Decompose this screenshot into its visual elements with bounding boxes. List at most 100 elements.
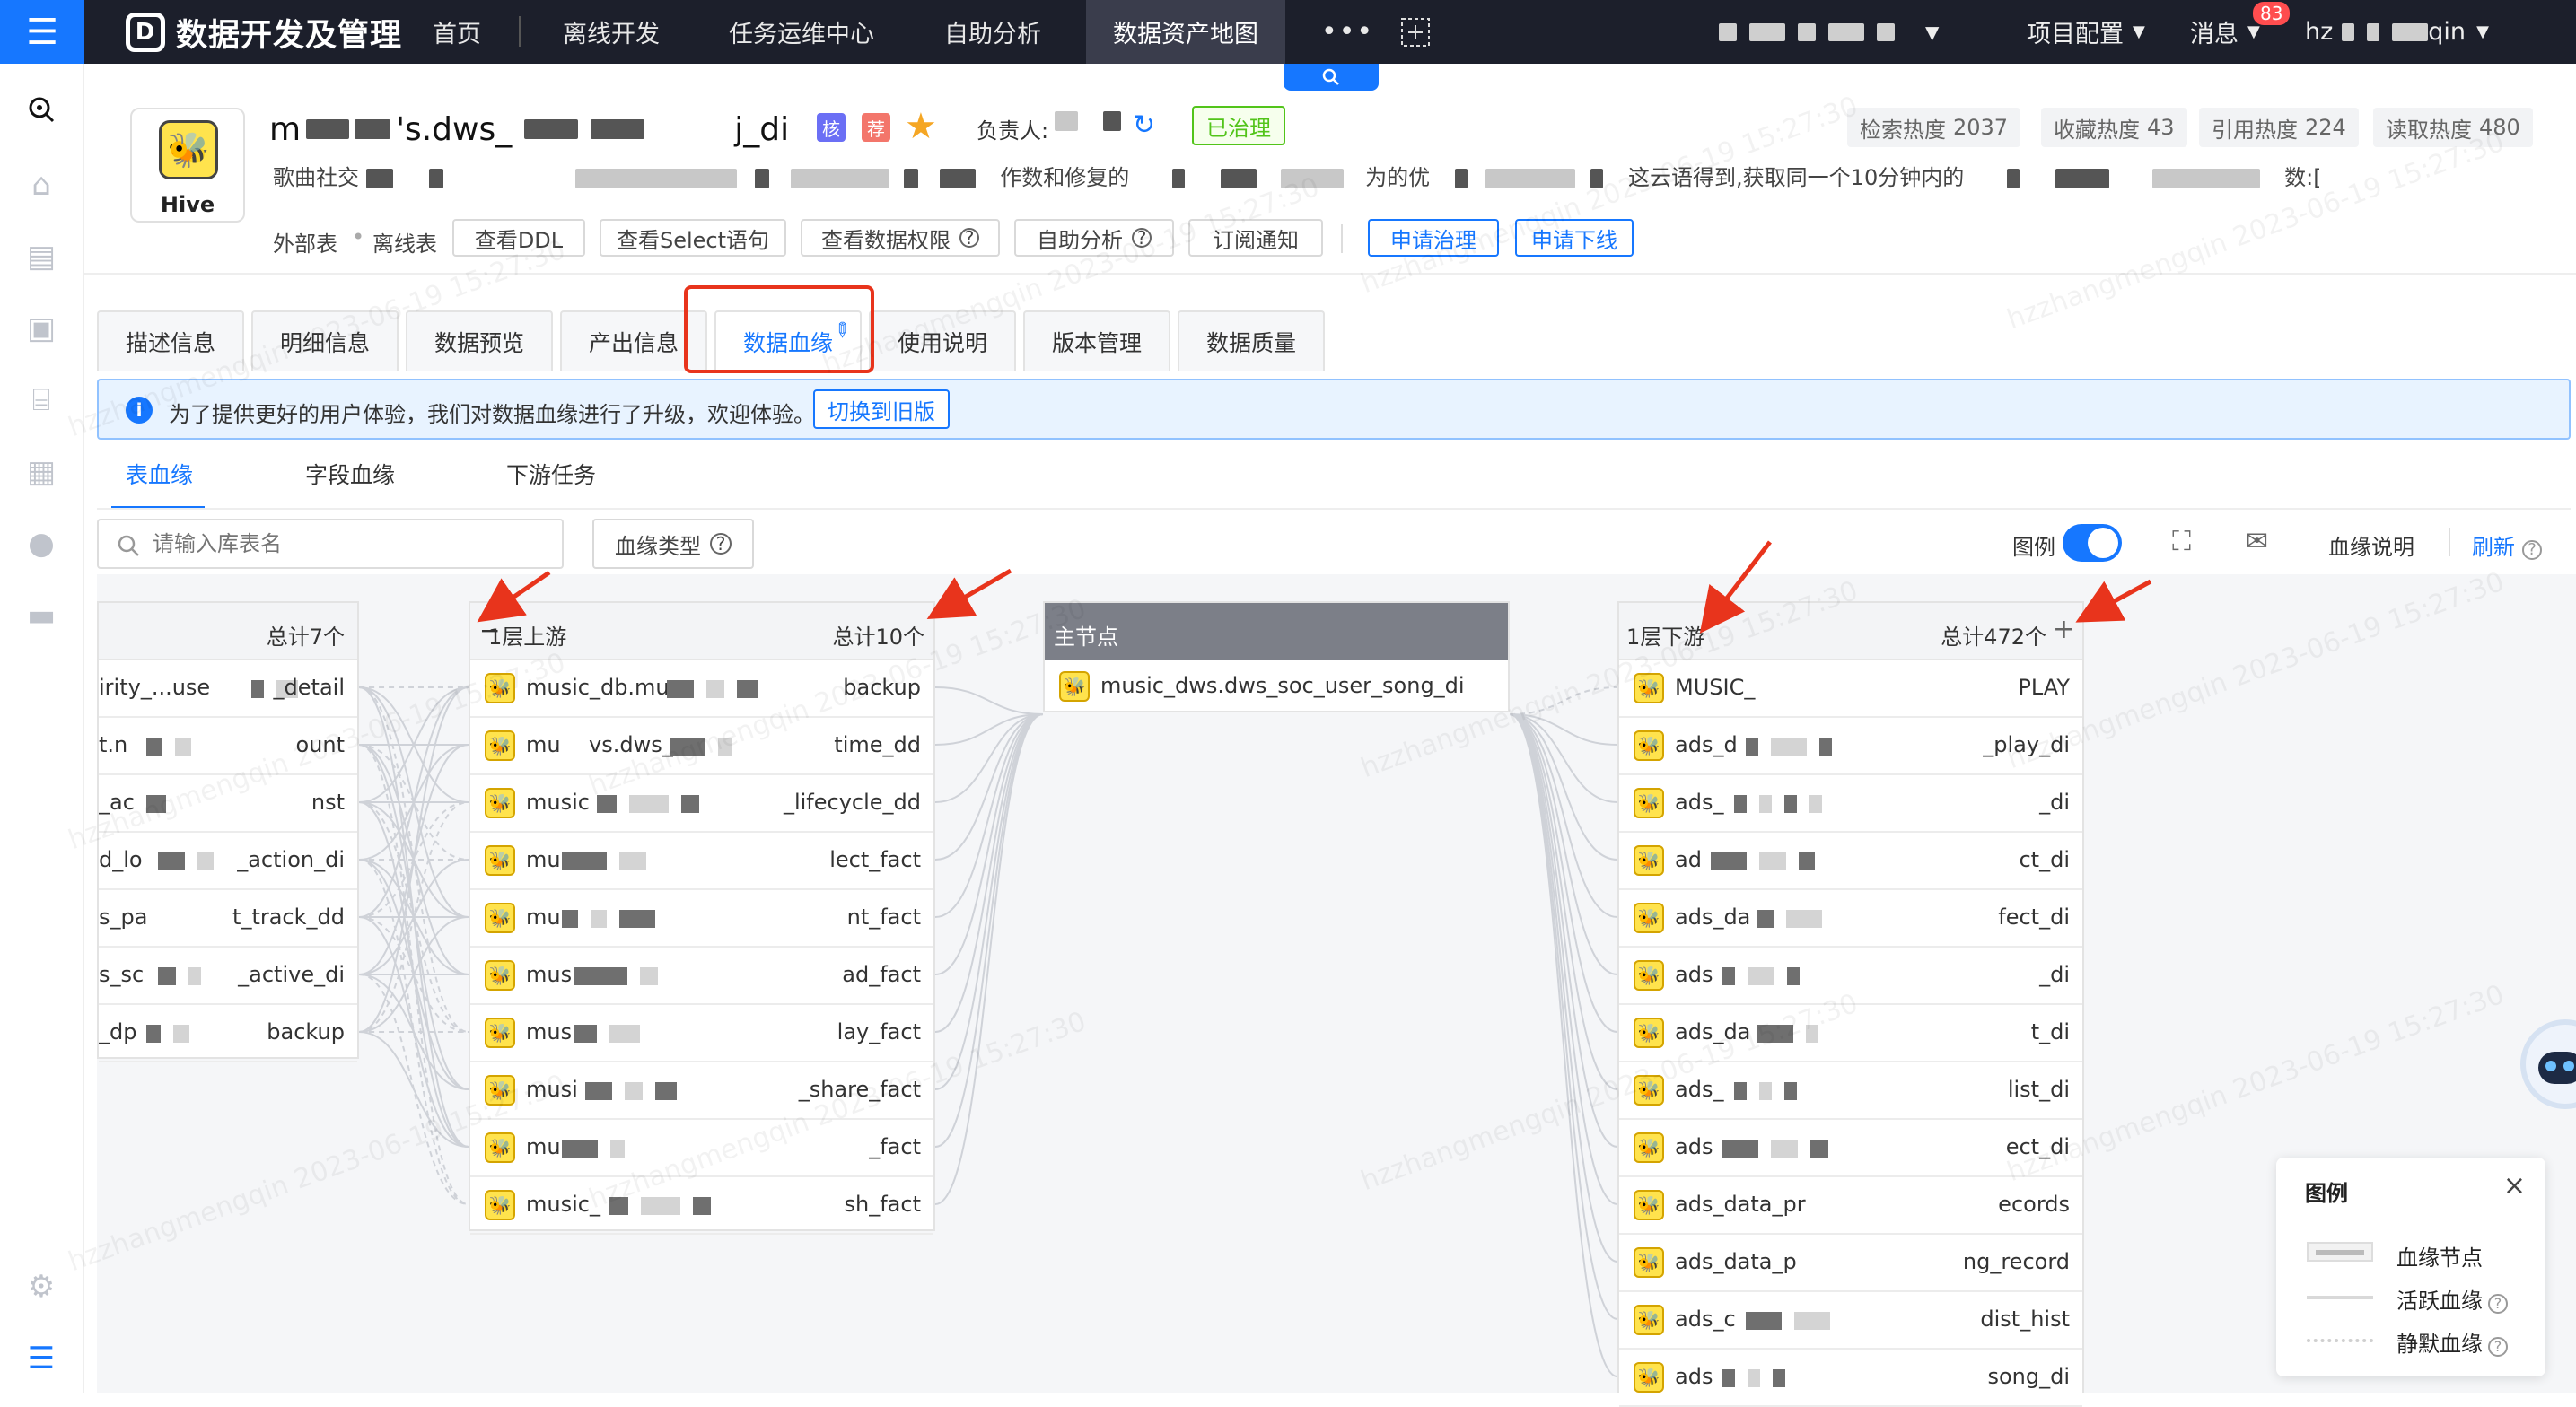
hive-logo: 🐝 Hive	[130, 108, 245, 223]
far-upstream-header: 总计7个	[99, 603, 357, 660]
lineage-node-row[interactable]: 🐝 ads song_di	[1619, 1350, 2082, 1407]
lineage-node-row[interactable]: 🐝 music_ sh_fact	[470, 1177, 933, 1235]
app-logo[interactable]: D 数据开发及管理	[126, 5, 402, 59]
refresh-button[interactable]: 刷新?	[2472, 529, 2542, 561]
apply-offline-button[interactable]: 申请下线	[1515, 219, 1634, 257]
lineage-explain-button[interactable]: 血缘说明	[2328, 529, 2414, 561]
close-icon[interactable]: ×	[2503, 1170, 2526, 1202]
project-config-label[interactable]: 项目配置	[2027, 14, 2124, 49]
lineage-node-row[interactable]: 🐝 ads_data_pr ecords	[1619, 1177, 2082, 1235]
folder-icon[interactable]: ▬	[21, 595, 62, 636]
table-search-box[interactable]	[97, 519, 564, 569]
lineage-node-row[interactable]: 🐝 mus lay_fact	[470, 1005, 933, 1062]
messages-label[interactable]: 消息	[2190, 14, 2239, 49]
lineage-node-row[interactable]: d_lo _action_di	[99, 833, 357, 890]
table-search-input[interactable]	[153, 528, 548, 560]
lineage-node-name-end: lect_fact	[829, 847, 921, 872]
tab-detail[interactable]: 明细信息	[251, 310, 399, 371]
switch-old-version-button[interactable]: 切换到旧版	[813, 389, 950, 429]
view-ddl-button[interactable]: 查看DDL	[452, 219, 585, 257]
nav-self-analysis[interactable]: 自助分析	[944, 0, 1052, 64]
masked-text	[1746, 1312, 1782, 1330]
menu-icon[interactable]: ☰	[0, 0, 84, 64]
favorite-star-icon[interactable]: ★	[905, 106, 937, 147]
hive-bee-icon: 🐝	[485, 1075, 515, 1106]
lineage-node-row[interactable]: 🐝 ads_c dist_hist	[1619, 1292, 2082, 1350]
document-icon[interactable]: ▤	[21, 236, 62, 277]
mail-icon[interactable]: ✉	[2246, 526, 2268, 557]
view-permission-button[interactable]: 查看数据权限?	[801, 219, 1000, 257]
tab-description[interactable]: 描述信息	[97, 310, 244, 371]
lineage-node-row[interactable]: 🐝 ad ct_di	[1619, 833, 2082, 890]
expand-downstream-icon[interactable]: +	[2053, 614, 2075, 645]
lineage-node-row[interactable]: 🐝 mu vs.dws_ time_dd	[470, 718, 933, 775]
subtab-field-lineage[interactable]: 字段血缘	[305, 458, 395, 490]
hive-bee-icon: 🐝	[1634, 1247, 1664, 1278]
lineage-node-row[interactable]: _ac nst	[99, 775, 357, 833]
lineage-node-row[interactable]: 🐝 mus ad_fact	[470, 948, 933, 1005]
messages-menu[interactable]: 消息 ▼	[2190, 0, 2260, 64]
subscribe-button[interactable]: 订阅通知	[1188, 219, 1323, 257]
search-asset-icon[interactable]	[21, 89, 62, 130]
lineage-node-row[interactable]: s_sc _active_di	[99, 948, 357, 1005]
lineage-node-row[interactable]: 🐝 ads _di	[1619, 948, 2082, 1005]
owner-value[interactable]	[1055, 111, 1121, 131]
lineage-node-row[interactable]: 🐝 ads_da fect_di	[1619, 890, 2082, 948]
lineage-node-row[interactable]: 🐝 ads_d _play_di	[1619, 718, 2082, 775]
lineage-node-row[interactable]: 🐝 ads ect_di	[1619, 1120, 2082, 1177]
lineage-node-row[interactable]: 🐝 ads_da t_di	[1619, 1005, 2082, 1062]
subtab-downstream-tasks[interactable]: 下游任务	[506, 458, 596, 490]
subtab-table-lineage[interactable]: 表血缘	[126, 458, 193, 490]
lineage-node-row[interactable]: irity_...use _detail	[99, 660, 357, 718]
lineage-type-button[interactable]: 血缘类型?	[592, 519, 754, 569]
lineage-node-row[interactable]: 🐝 mu lect_fact	[470, 833, 933, 890]
tab-quality[interactable]: 数据质量	[1178, 310, 1325, 371]
user-icon[interactable]: ●	[21, 523, 62, 564]
lineage-node-row[interactable]: 🐝 music_db.mu backup	[470, 660, 933, 718]
bank-icon[interactable]: ⌸	[21, 380, 62, 421]
masked-text	[158, 967, 176, 985]
lineage-node-row[interactable]: 🐝 musi _share_fact	[470, 1062, 933, 1120]
refresh-owner-icon[interactable]: ↻	[1133, 109, 1155, 141]
lineage-node-row[interactable]: 🐝 mu nt_fact	[470, 890, 933, 948]
grid-icon[interactable]: ▦	[21, 451, 62, 493]
lineage-node-row[interactable]: 🐝 ads_ _di	[1619, 775, 2082, 833]
lineage-node-row[interactable]: 🐝 ads_data_p ng_record	[1619, 1235, 2082, 1292]
lineage-node-row[interactable]: 🐝 MUSIC_ PLAY	[1619, 660, 2082, 718]
help-icon[interactable]: ?	[2488, 1336, 2508, 1357]
nav-more-icon[interactable]: •••	[1321, 0, 1372, 64]
gear-icon[interactable]: ⚙	[21, 1266, 62, 1307]
collapse-search-handle[interactable]	[1284, 64, 1379, 91]
lineage-node-row[interactable]: 🐝 music _lifecycle_dd	[470, 775, 933, 833]
legend-toggle-switch[interactable]	[2063, 524, 2122, 562]
help-icon[interactable]: ?	[2488, 1293, 2508, 1314]
home-icon[interactable]: ⌂	[21, 164, 62, 205]
lineage-node-row[interactable]: 🐝 mu _fact	[470, 1120, 933, 1177]
lineage-node-row[interactable]: 🐝 ads_ list_di	[1619, 1062, 2082, 1120]
apply-governance-button[interactable]: 申请治理	[1368, 219, 1499, 257]
nav-offline-dev[interactable]: 离线开发	[563, 0, 670, 64]
nav-home[interactable]: 首页	[433, 0, 515, 64]
lineage-node-row[interactable]: t.n ount	[99, 718, 357, 775]
self-analysis-button[interactable]: 自助分析?	[1014, 219, 1174, 257]
user-menu[interactable]: hz qin ▼	[2305, 0, 2489, 64]
lineage-node-row[interactable]: _dp backup	[99, 1005, 357, 1062]
fullscreen-icon[interactable]: ⛶	[2172, 526, 2191, 557]
lineage-node-row[interactable]: s_pa t_track_dd	[99, 890, 357, 948]
collapse-sidebar-icon[interactable]: ☰	[21, 1338, 62, 1379]
package-icon[interactable]: ▣	[21, 308, 62, 349]
lineage-main-node[interactable]: 主节点 🐝 music_dws.dws_soc_user_song_di	[1043, 601, 1510, 712]
caret-down-icon[interactable]: ▼	[1925, 22, 1939, 43]
project-config-menu[interactable]: 项目配置 ▼	[2027, 0, 2145, 64]
tab-usage[interactable]: 使用说明	[869, 310, 1016, 371]
tab-version[interactable]: 版本管理	[1023, 310, 1170, 371]
nav-data-asset-map[interactable]: 数据资产地图	[1086, 0, 1285, 64]
nav-task-ops[interactable]: 任务运维中心	[729, 0, 890, 64]
lineage-node-name-end: _play_di	[1983, 732, 2070, 757]
add-tab-icon[interactable]	[1400, 0, 1436, 64]
lineage-node-name-end: _action_di	[237, 847, 345, 872]
tab-preview[interactable]: 数据预览	[406, 310, 553, 371]
view-select-button[interactable]: 查看Select语句	[600, 219, 786, 257]
main-node-row[interactable]: 🐝 music_dws.dws_soc_user_song_di	[1045, 659, 1508, 716]
lineage-node-name-end: ecords	[1998, 1192, 2070, 1217]
